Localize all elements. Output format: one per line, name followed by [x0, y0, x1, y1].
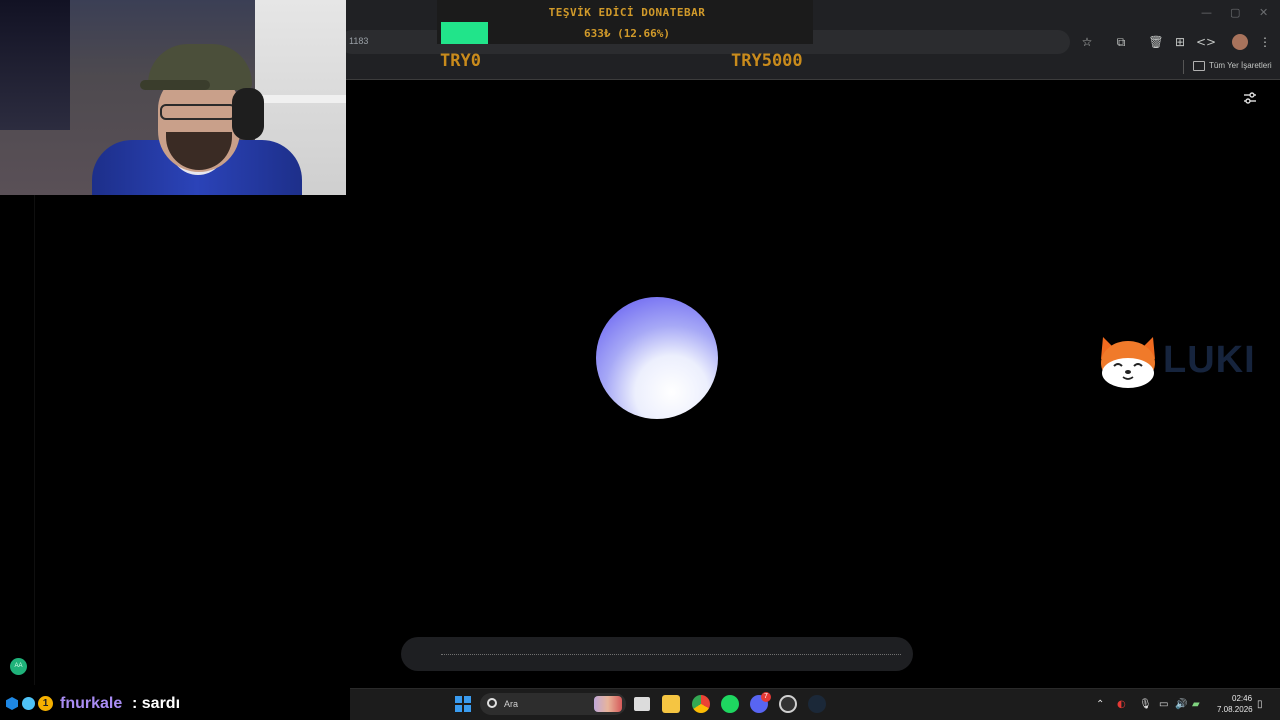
steam-icon[interactable]: [808, 695, 826, 713]
chat-message: : sardı: [132, 695, 180, 713]
clock-time[interactable]: 02:46: [1232, 694, 1252, 703]
tray-app-icon[interactable]: ◐: [1117, 699, 1126, 710]
fox-logo-icon: [1101, 337, 1155, 388]
chat-separator: :: [132, 695, 138, 712]
chrome-icon[interactable]: [692, 695, 710, 713]
all-bookmarks-link[interactable]: Tüm Yer İşaretleri: [1209, 61, 1272, 70]
user-initials-badge[interactable]: AA: [10, 658, 27, 675]
voice-orb[interactable]: [596, 297, 718, 419]
tray-overflow-icon[interactable]: ⌃: [1096, 699, 1104, 710]
webcam-person-glasses: [160, 104, 236, 120]
chat-badge-globe-icon: [22, 697, 35, 710]
spotify-icon[interactable]: [721, 695, 739, 713]
chat-username: fnurkale: [60, 695, 123, 712]
webcam-person-headset: [232, 88, 264, 140]
close-icon[interactable]: ✕: [1259, 6, 1268, 19]
screen: — ▢ ✕ 1183 ☆ ⧉ 🗑 ⊞ <> ⋮ Tüm Yer İşaretle…: [0, 0, 1280, 720]
bookmarks-separator: [1183, 60, 1184, 74]
windows-start-icon[interactable]: [455, 696, 471, 712]
microphone-icon[interactable]: 🎙: [1139, 699, 1152, 710]
folder-icon[interactable]: [1193, 61, 1205, 71]
donatebar-min-label: TRY0: [440, 51, 481, 71]
file-explorer-icon[interactable]: [662, 695, 680, 713]
settings-sliders-icon[interactable]: [1242, 90, 1258, 106]
search-highlight-image[interactable]: [594, 696, 622, 712]
left-divider: [34, 195, 35, 685]
webcam-person-cap-brim: [140, 80, 210, 90]
brand-name: LUKI: [1163, 339, 1256, 381]
chat-message-text: sardı: [141, 695, 181, 712]
search-placeholder: Ara: [504, 699, 519, 709]
webcam-feed: [0, 0, 346, 195]
task-view-icon[interactable]: [634, 697, 650, 711]
notification-icon[interactable]: ▯: [1257, 699, 1263, 710]
clock-date[interactable]: 7.08.2026: [1217, 705, 1253, 714]
input-waveform-placeholder: [441, 654, 901, 655]
menu-icon[interactable]: ⋮: [1257, 34, 1273, 50]
battery-icon[interactable]: ▰: [1192, 699, 1200, 710]
volume-icon[interactable]: 🔊: [1175, 699, 1187, 710]
network-icon[interactable]: ▭: [1159, 699, 1168, 710]
webcam-background-dark: [0, 0, 70, 130]
search-icon: [487, 698, 497, 708]
discord-notification-badge: 7: [761, 692, 771, 702]
chat-badge-number: 1: [38, 696, 53, 711]
obs-icon[interactable]: [779, 695, 797, 713]
donatebar-max-label: TRY5000: [731, 51, 803, 71]
